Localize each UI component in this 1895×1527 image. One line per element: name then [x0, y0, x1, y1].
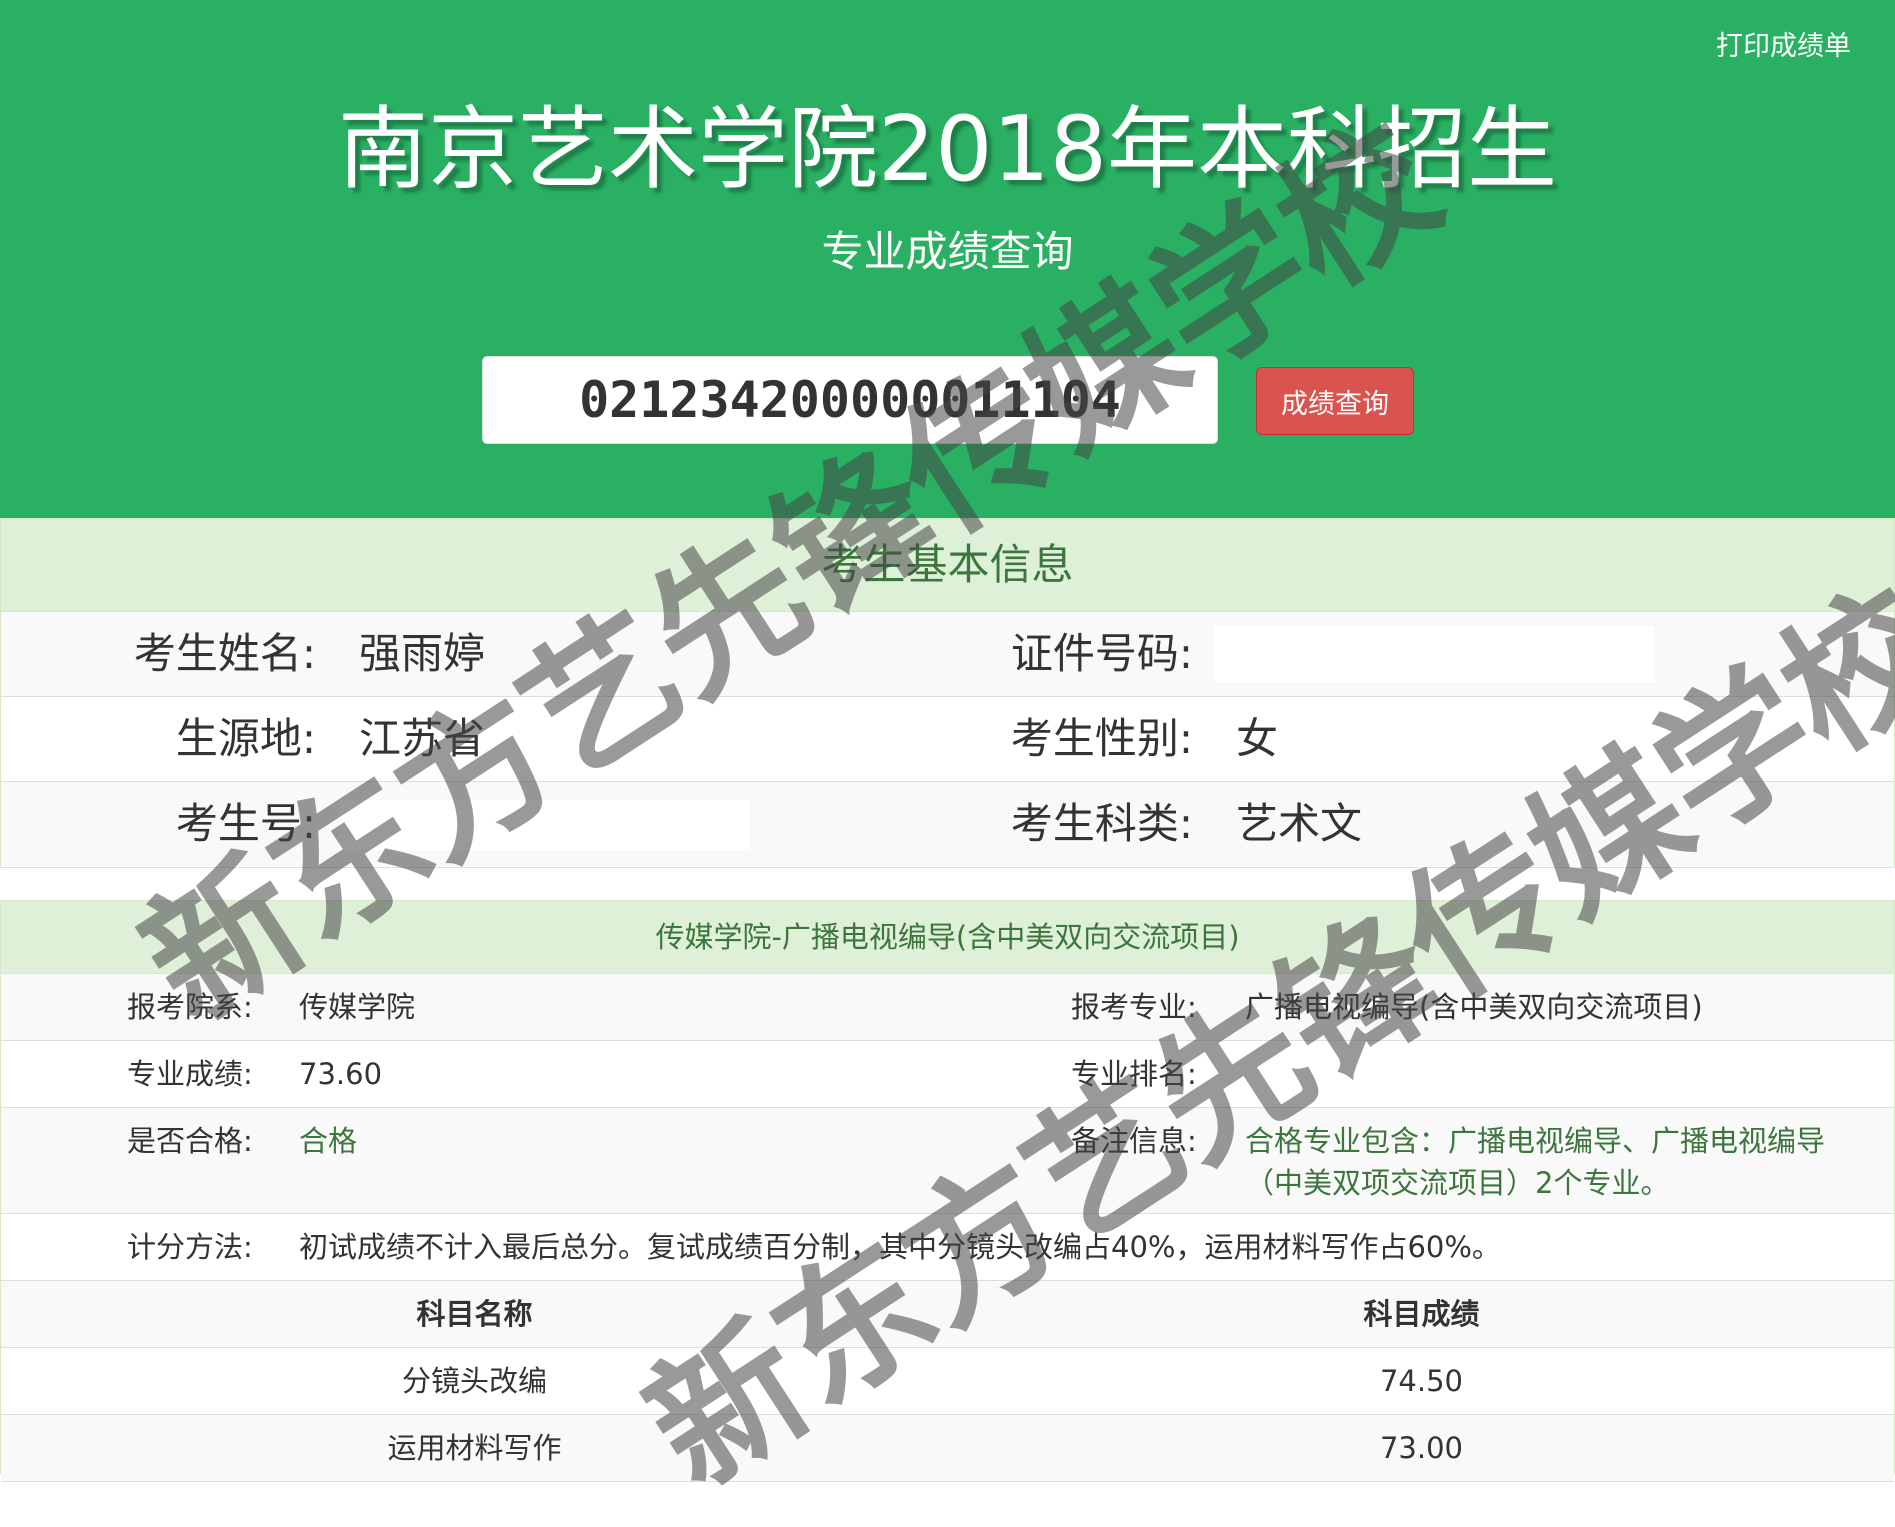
category-label: 考生科类: [1010, 799, 1193, 848]
score-value: 73.60 [299, 1057, 383, 1091]
table-row: 运用材料写作 73.00 [1, 1415, 1894, 1482]
detail-row-method: 计分方法: 初试成绩不计入最后总分。复试成绩百分制，其中分镜头改编占40%，运用… [1, 1214, 1894, 1281]
info-row-name: 考生姓名: 强雨婷 证件号码: [1, 612, 1894, 697]
department-value: 传媒学院 [299, 990, 416, 1024]
department-label: 报考院系: [127, 990, 253, 1024]
remark-label: 备注信息: [1071, 1124, 1197, 1158]
detail-row-qualified: 是否合格: 合格 备注信息: 合格专业包含：广播电视编导、广播电视编导（中美双项… [1, 1108, 1894, 1214]
major-heading: 传媒学院-广播电视编导(含中美双向交流项目) [1, 901, 1894, 974]
basic-info-panel: 考生基本信息 考生姓名: 强雨婷 证件号码: 生源地: 江苏省 考生性别: 女 … [0, 518, 1895, 868]
id-redaction [1214, 626, 1654, 682]
major-score-panel: 传媒学院-广播电视编导(含中美双向交流项目) 报考院系: 传媒学院 报考专业: … [0, 900, 1895, 1482]
major-value: 广播电视编导(含中美双向交流项目) [1245, 990, 1703, 1024]
qualified-value: 合格 [299, 1124, 358, 1158]
detail-row-department: 报考院系: 传媒学院 报考专业: 广播电视编导(含中美双向交流项目) [1, 974, 1894, 1041]
header-banner: 打印成绩单 南京艺术学院2018年本科招生 专业成绩查询 成绩查询 [0, 0, 1895, 518]
method-label: 计分方法: [127, 1230, 253, 1264]
name-label: 考生姓名: [133, 629, 316, 678]
origin-label: 生源地: [175, 714, 316, 763]
score-query-button[interactable]: 成绩查询 [1256, 367, 1414, 435]
name-value: 强雨婷 [359, 629, 486, 678]
subject-table-header: 科目名称 科目成绩 [1, 1281, 1894, 1348]
table-row: 分镜头改编 74.50 [1, 1348, 1894, 1415]
category-value: 艺术文 [1236, 799, 1363, 848]
subject-score-header: 科目成绩 [1363, 1297, 1480, 1331]
exam-number-input[interactable] [482, 356, 1218, 444]
method-value: 初试成绩不计入最后总分。复试成绩百分制，其中分镜头改编占40%，运用材料写作占6… [299, 1230, 1501, 1264]
page-title: 南京艺术学院2018年本科招生 [337, 97, 1558, 202]
info-row-origin: 生源地: 江苏省 考生性别: 女 [1, 697, 1894, 782]
gender-label: 考生性别: [1010, 714, 1193, 763]
id-label: 证件号码: [1010, 629, 1193, 678]
exam-no-label: 考生号: [175, 799, 316, 848]
basic-info-heading: 考生基本信息 [1, 519, 1894, 612]
subject-score-cell: 74.50 [1379, 1364, 1464, 1398]
subject-name-header: 科目名称 [416, 1297, 533, 1331]
subject-name-cell: 运用材料写作 [387, 1431, 562, 1465]
page-subtitle: 专业成绩查询 [821, 227, 1074, 276]
info-row-exam-no: 考生号: 考生科类: 艺术文 [1, 782, 1894, 866]
subject-name-cell: 分镜头改编 [401, 1364, 547, 1398]
subject-score-cell: 73.00 [1379, 1431, 1464, 1465]
exam-no-redaction [339, 800, 749, 850]
qualified-label: 是否合格: [127, 1124, 253, 1158]
origin-value: 江苏省 [359, 714, 486, 763]
score-label: 专业成绩: [127, 1057, 253, 1091]
rank-label: 专业排名: [1071, 1057, 1197, 1091]
print-transcript-link[interactable]: 打印成绩单 [1716, 24, 1851, 63]
gender-value: 女 [1236, 714, 1279, 763]
remark-value: 合格专业包含：广播电视编导、广播电视编导（中美双项交流项目）2个专业。 [1245, 1124, 1826, 1200]
major-label: 报考专业: [1071, 990, 1197, 1024]
detail-row-score: 专业成绩: 73.60 专业排名: [1, 1041, 1894, 1108]
